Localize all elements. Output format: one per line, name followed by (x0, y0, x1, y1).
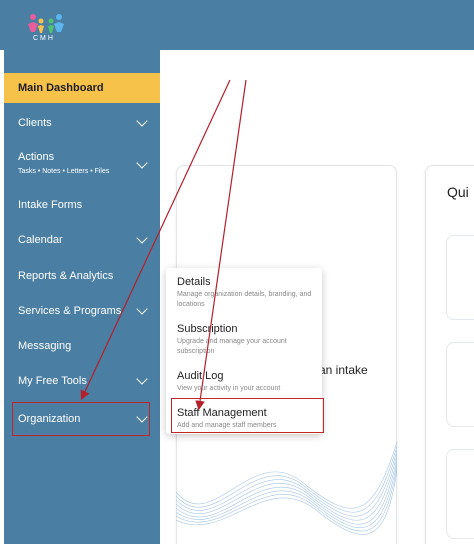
sidebar-item-messaging[interactable]: Messaging (4, 331, 160, 361)
dropdown-item-desc: Upgrade and manage your account subscrip… (177, 338, 287, 355)
quick-title: Qui (447, 184, 469, 200)
dropdown-item-title: Subscription (177, 323, 238, 335)
sidebar-item-label: Intake Forms (18, 199, 83, 211)
dropdown-item-audit-log[interactable]: Audit Log View your activity in your acc… (177, 370, 317, 394)
sidebar-item-free-tools[interactable]: My Free Tools (4, 366, 160, 396)
sidebar-item-reports[interactable]: Reports & Analytics (4, 261, 160, 291)
actions-subtitle: Tasks • Notes • Letters • Files (18, 168, 110, 175)
chevron-down-icon (136, 232, 148, 244)
wave-decoration (176, 441, 397, 535)
sidebar-item-label: My Free Tools (18, 375, 87, 387)
sidebar-item-label: Clients (18, 117, 52, 129)
quick-mini-card[interactable] (446, 449, 474, 539)
app-window: CMH Main Dashboard Clients Actions Tasks… (0, 0, 474, 544)
organization-highlight-box (12, 402, 150, 436)
sidebar-item-services[interactable]: Services & Programs (4, 296, 160, 326)
sidebar-item-label: Messaging (18, 340, 72, 352)
chevron-down-icon (136, 157, 148, 169)
top-header: CMH (0, 0, 474, 50)
dropdown-item-details[interactable]: Details Manage organization details, bra… (177, 276, 317, 310)
sidebar-item-label: Actions (18, 151, 55, 163)
sidebar-item-main-dashboard[interactable]: Main Dashboard (4, 73, 160, 103)
dropdown-item-desc: View your activity in your account (177, 385, 281, 392)
staff-management-highlight-box (171, 398, 324, 433)
dropdown-item-title: Audit Log (177, 370, 224, 382)
sidebar-item-label: Services & Programs (18, 305, 122, 317)
sidebar-item-calendar[interactable]: Calendar (4, 225, 160, 255)
chevron-down-icon (136, 373, 148, 385)
sidebar-item-intake-forms[interactable]: Intake Forms (4, 190, 160, 220)
dropdown-item-title: Details (177, 276, 211, 288)
sidebar-item-label: Calendar (18, 234, 63, 246)
dropdown-item-subscription[interactable]: Subscription Upgrade and manage your acc… (177, 323, 317, 357)
chevron-down-icon (136, 303, 148, 315)
quick-mini-card[interactable] (446, 342, 474, 427)
dropdown-item-desc: Manage organization details, branding, a… (177, 291, 312, 308)
sidebar-item-label: Reports & Analytics (18, 270, 114, 282)
logo-text: CMH (33, 35, 55, 42)
sidebar-item-label: Main Dashboard (18, 82, 104, 94)
sidebar-item-clients[interactable]: Clients (4, 108, 160, 138)
sidebar: Main Dashboard Clients Actions Tasks • N… (4, 50, 160, 544)
quick-mini-card[interactable] (446, 235, 474, 320)
chevron-down-icon (136, 115, 148, 127)
